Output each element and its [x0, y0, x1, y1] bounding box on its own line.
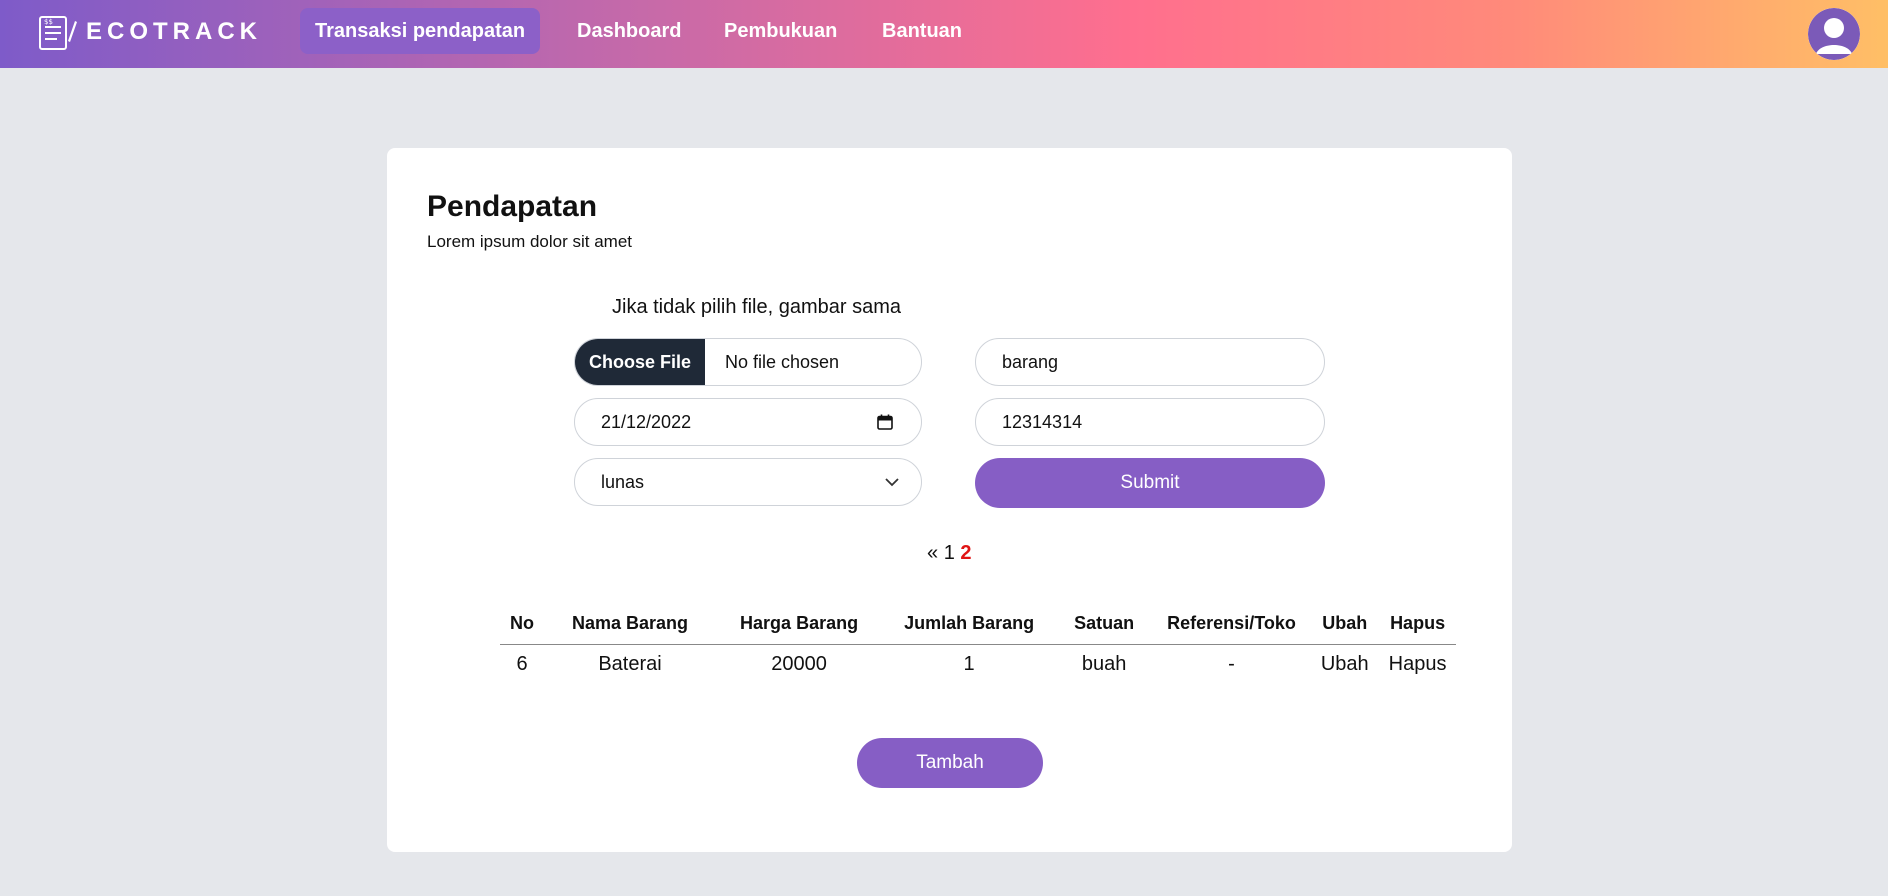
logo-text: ECOTRACK [86, 18, 262, 45]
cell-no: 6 [516, 653, 528, 675]
col-no: No [500, 603, 544, 645]
submit-button[interactable]: Submit [975, 458, 1325, 508]
page-1-link[interactable]: 1 [944, 542, 955, 564]
delete-link[interactable]: Hapus [1379, 645, 1457, 685]
choose-file-button[interactable]: Choose File [575, 339, 705, 385]
col-satuan: Satuan [1056, 603, 1153, 645]
col-hapus: Hapus [1378, 603, 1457, 645]
nav-transaksi-pendapatan[interactable]: Transaksi pendapatan [300, 8, 541, 54]
col-referensi-toko: Referensi/Toko [1152, 603, 1311, 645]
income-table: No Nama Barang Harga Barang Jumlah Baran… [500, 603, 1457, 685]
file-input[interactable]: Choose File No file chosen [574, 338, 922, 386]
edit-link[interactable]: Ubah [1311, 645, 1379, 685]
date-value: 21/12/2022 [601, 411, 692, 432]
table-row: 6 Baterai 20000 1 buah - Ubah Hapus [500, 645, 1456, 685]
status-select[interactable]: lunas [574, 458, 922, 506]
nav-dashboard[interactable]: Dashboard [562, 8, 696, 54]
number-input[interactable] [975, 398, 1325, 446]
file-hint-text: Jika tidak pilih file, gambar sama [612, 296, 902, 318]
page-2-link[interactable]: 2 [960, 542, 971, 564]
svg-text:$$: $$ [44, 18, 53, 26]
cell-nama-barang: Baterai [598, 653, 662, 675]
top-navbar: $$ ECOTRACK Transaksi pendapatan Dashboa… [0, 0, 1888, 68]
cell-jumlah-barang: 1 [963, 653, 975, 675]
col-harga-barang: Harga Barang [716, 603, 883, 645]
chevron-down-icon [885, 478, 899, 487]
user-avatar-icon[interactable] [1808, 8, 1860, 60]
number-field[interactable] [976, 399, 1324, 445]
col-jumlah-barang: Jumlah Barang [882, 603, 1057, 645]
date-input[interactable]: 21/12/2022 [574, 398, 922, 446]
cell-referensi-toko: - [1228, 653, 1235, 675]
item-name-field[interactable] [976, 339, 1324, 385]
ledger-logo-icon: $$ [39, 16, 77, 50]
cell-harga-barang: 20000 [771, 653, 827, 675]
add-button[interactable]: Tambah [857, 738, 1043, 788]
pagination: « 1 2 [927, 542, 972, 565]
table-header-row: No Nama Barang Harga Barang Jumlah Baran… [500, 603, 1457, 645]
calendar-icon[interactable] [877, 414, 893, 430]
col-ubah: Ubah [1310, 603, 1379, 645]
income-card: Pendapatan Lorem ipsum dolor sit amet Ji… [387, 148, 1512, 852]
cell-satuan: buah [1081, 653, 1127, 675]
file-status-text: No file chosen [725, 351, 840, 372]
status-select-value: lunas [601, 471, 645, 492]
page-title: Pendapatan [427, 190, 598, 223]
logo[interactable]: $$ ECOTRACK [38, 12, 262, 52]
page-subtitle: Lorem ipsum dolor sit amet [427, 232, 633, 251]
item-name-input[interactable] [975, 338, 1325, 386]
nav-pembukuan[interactable]: Pembukuan [709, 8, 852, 54]
nav-bantuan[interactable]: Bantuan [867, 8, 977, 54]
col-nama-barang: Nama Barang [544, 603, 717, 645]
prev-page-link[interactable]: « [927, 542, 938, 564]
